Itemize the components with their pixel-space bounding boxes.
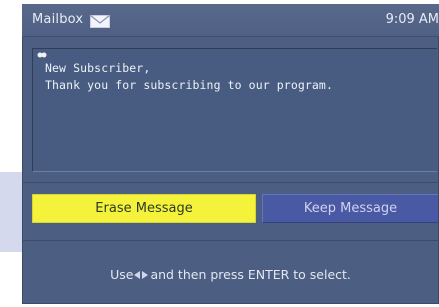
message-line-1: New Subscriber, (45, 61, 151, 75)
hint-text-after: and then press ENTER to select. (150, 267, 351, 282)
instruction-hint: Use and then press ENTER to select. (22, 267, 439, 282)
top-bar: Mailbox 9:09 AM (22, 4, 439, 37)
mailbox-title: Mailbox (32, 12, 84, 27)
erase-message-button[interactable]: Erase Message (32, 194, 256, 223)
message-marker-icon (37, 52, 47, 58)
hint-text-before: Use (110, 267, 134, 282)
left-right-arrows-icon (134, 270, 149, 279)
message-line-2: Thank you for subscribing to our program… (45, 78, 333, 92)
divider-bottom (22, 240, 439, 241)
mailbox-screen: Mailbox 9:09 AM New Subscriber, Thank yo… (22, 4, 439, 304)
message-box: New Subscriber, Thank you for subscribin… (32, 48, 437, 172)
keep-message-button[interactable]: Keep Message (262, 194, 438, 223)
clock: 9:09 AM (385, 12, 439, 27)
divider-top (22, 182, 439, 183)
envelope-icon (90, 15, 110, 28)
